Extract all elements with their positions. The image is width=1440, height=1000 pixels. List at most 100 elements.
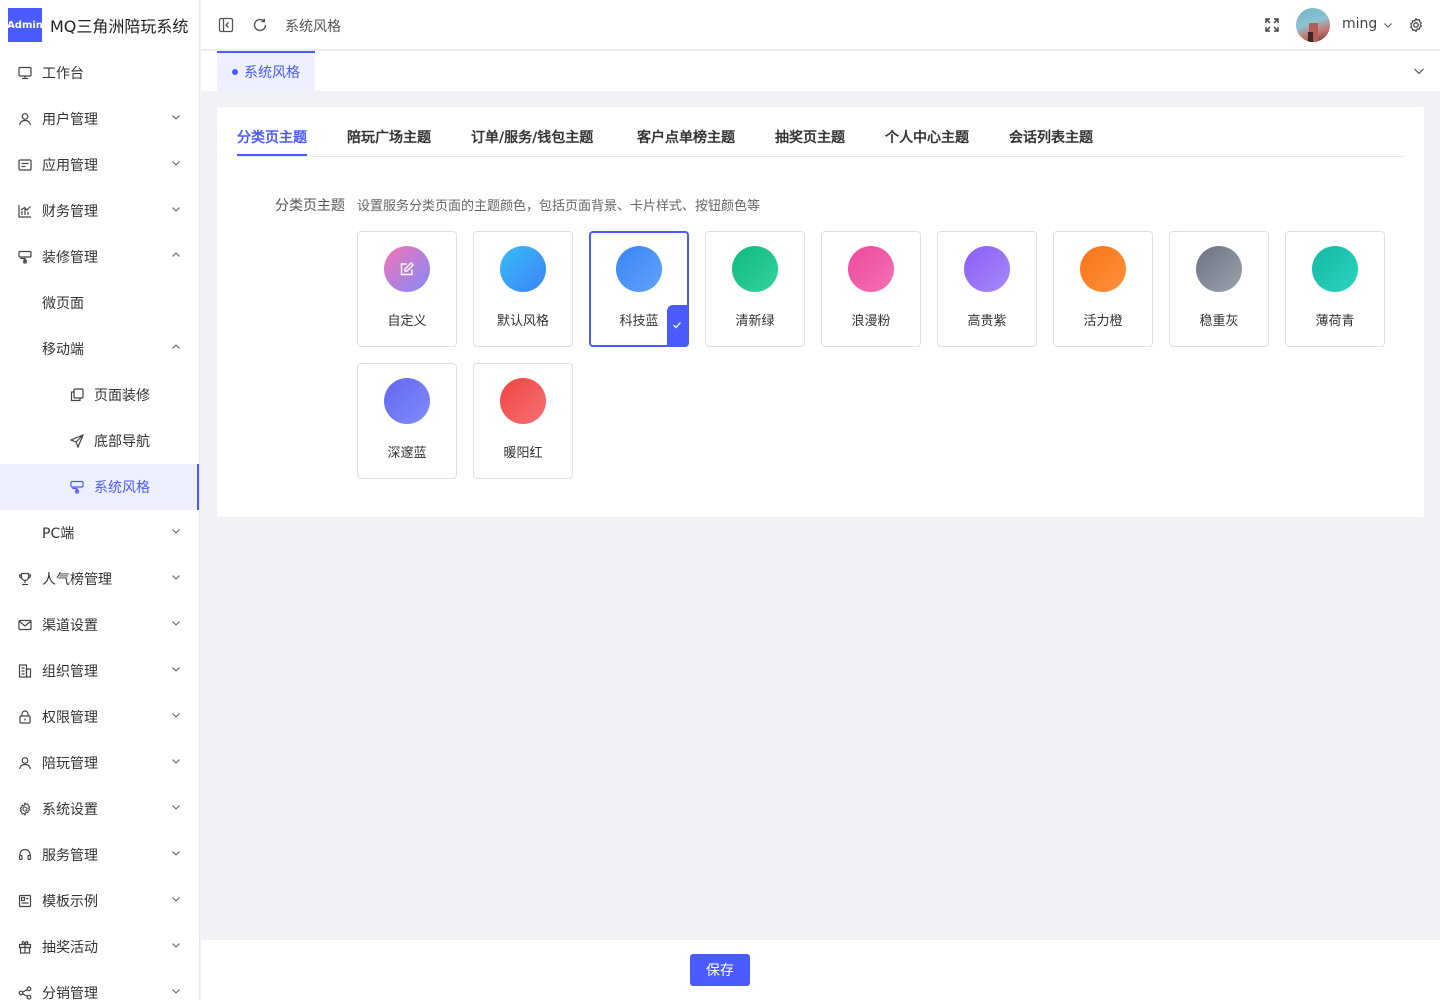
sidebar-item-5[interactable]: 微页面 bbox=[0, 280, 199, 326]
sidebar-item-2[interactable]: 应用管理 bbox=[0, 142, 199, 188]
sidebar-item-7[interactable]: 页面装修 bbox=[0, 372, 199, 418]
theme-option-label: 暖阳红 bbox=[503, 446, 543, 461]
sidebar-item-18[interactable]: 模板示例 bbox=[0, 878, 199, 924]
breadcrumb: 系统风格 bbox=[285, 19, 341, 35]
sidebar-item-label: 应用管理 bbox=[42, 158, 98, 174]
theme-option-5[interactable]: 高贵紫 bbox=[937, 231, 1037, 347]
sidebar-item-label: 页面装修 bbox=[94, 388, 150, 404]
chevron-down-icon bbox=[171, 526, 181, 536]
sidebar-item-label: 人气榜管理 bbox=[42, 572, 112, 588]
theme-option-4[interactable]: 浪漫粉 bbox=[821, 231, 921, 347]
tab-theme-1[interactable]: 陪玩广场主题 bbox=[347, 127, 431, 147]
sidebar-item-9[interactable]: 系统风格 bbox=[0, 464, 199, 510]
gear-icon[interactable] bbox=[1407, 16, 1425, 34]
user-menu-chevron-icon[interactable] bbox=[1379, 16, 1397, 34]
sidebar-item-4[interactable]: 装修管理 bbox=[0, 234, 199, 280]
chevron-down-icon bbox=[171, 664, 181, 674]
theme-option-label: 活力橙 bbox=[1083, 314, 1123, 329]
fullscreen-icon[interactable] bbox=[1263, 16, 1281, 34]
send-icon bbox=[70, 434, 84, 448]
sidebar-item-label: 陪玩管理 bbox=[42, 756, 98, 772]
tabs-dropdown-icon[interactable] bbox=[1413, 65, 1425, 77]
sidebar-item-label: PC端 bbox=[42, 526, 75, 542]
tab-theme-2[interactable]: 订单/服务/钱包主题 bbox=[471, 127, 593, 147]
chevron-down-icon bbox=[171, 894, 181, 904]
theme-color-preview bbox=[1080, 246, 1126, 292]
chevron-down-icon bbox=[171, 802, 181, 812]
avatar[interactable] bbox=[1296, 8, 1330, 42]
logo: Admin MQ三角洲陪玩系统 bbox=[0, 0, 199, 50]
sidebar-item-label: 底部导航 bbox=[94, 434, 150, 450]
theme-option-1[interactable]: 默认风格 bbox=[473, 231, 573, 347]
theme-option-8[interactable]: 薄荷青 bbox=[1285, 231, 1385, 347]
form-label: 分类页主题 bbox=[275, 198, 345, 214]
monitor-icon bbox=[18, 66, 32, 80]
sidebar-item-label: 组织管理 bbox=[42, 664, 98, 680]
logo-badge: Admin bbox=[7, 8, 43, 42]
tab-theme-0[interactable]: 分类页主题 bbox=[237, 127, 307, 147]
sidebar-item-label: 分销管理 bbox=[42, 986, 98, 1000]
sidebar-item-1[interactable]: 用户管理 bbox=[0, 96, 199, 142]
theme-color-preview bbox=[732, 246, 778, 292]
sidebar-item-16[interactable]: 系统设置 bbox=[0, 786, 199, 832]
theme-option-3[interactable]: 清新绿 bbox=[705, 231, 805, 347]
theme-option-10[interactable]: 暖阳红 bbox=[473, 363, 573, 479]
chevron-down-icon bbox=[171, 112, 181, 122]
sidebar-item-19[interactable]: 抽奖活动 bbox=[0, 924, 199, 970]
sidebar-item-20[interactable]: 分销管理 bbox=[0, 970, 199, 1000]
theme-settings-card: 分类页主题 陪玩广场主题 订单/服务/钱包主题 客户点单榜主题 抽奖页主题 个人中心主题 会… bbox=[217, 107, 1424, 517]
chart-icon bbox=[18, 204, 32, 218]
theme-color-preview bbox=[1312, 246, 1358, 292]
theme-color-preview bbox=[384, 246, 430, 292]
theme-tabs: 分类页主题 陪玩广场主题 订单/服务/钱包主题 客户点单榜主题 抽奖页主题 个人中心主题 会… bbox=[237, 107, 1403, 157]
sidebar-item-17[interactable]: 服务管理 bbox=[0, 832, 199, 878]
sidebar-item-11[interactable]: 人气榜管理 bbox=[0, 556, 199, 602]
sidebar-item-15[interactable]: 陪玩管理 bbox=[0, 740, 199, 786]
active-dot bbox=[232, 69, 238, 75]
sidebar-item-8[interactable]: 底部导航 bbox=[0, 418, 199, 464]
sidebar-item-12[interactable]: 渠道设置 bbox=[0, 602, 199, 648]
sidebar-item-6[interactable]: 移动端 bbox=[0, 326, 199, 372]
sidebar-item-label: 系统风格 bbox=[94, 480, 150, 496]
sidebar-item-label: 用户管理 bbox=[42, 112, 98, 128]
paint-icon bbox=[70, 480, 84, 494]
footer-bar: 保存 bbox=[201, 940, 1440, 1000]
tab-theme-3[interactable]: 客户点单榜主题 bbox=[637, 127, 735, 147]
theme-color-preview bbox=[1196, 246, 1242, 292]
mail-icon bbox=[18, 618, 32, 632]
theme-color-preview bbox=[964, 246, 1010, 292]
refresh-icon[interactable] bbox=[251, 16, 269, 34]
sidebar-item-0[interactable]: 工作台 bbox=[0, 50, 199, 96]
app-card-icon bbox=[18, 158, 32, 172]
collapse-sidebar-icon[interactable] bbox=[217, 16, 235, 34]
sidebar-item-14[interactable]: 权限管理 bbox=[0, 694, 199, 740]
theme-color-preview bbox=[384, 378, 430, 424]
sidebar-item-label: 抽奖活动 bbox=[42, 940, 98, 956]
tab-theme-4[interactable]: 抽奖页主题 bbox=[775, 127, 845, 147]
sidebar-item-label: 移动端 bbox=[42, 342, 84, 358]
page-tab-label: 系统风格 bbox=[244, 65, 300, 81]
sidebar-item-label: 系统设置 bbox=[42, 802, 98, 818]
theme-option-0[interactable]: 自定义 bbox=[357, 231, 457, 347]
sidebar-item-13[interactable]: 组织管理 bbox=[0, 648, 199, 694]
theme-option-9[interactable]: 深邃蓝 bbox=[357, 363, 457, 479]
theme-option-label: 自定义 bbox=[387, 314, 427, 329]
theme-color-preview bbox=[500, 378, 546, 424]
sidebar-item-3[interactable]: 财务管理 bbox=[0, 188, 199, 234]
theme-option-6[interactable]: 活力橙 bbox=[1053, 231, 1153, 347]
chevron-up-icon bbox=[171, 342, 181, 352]
theme-option-label: 默认风格 bbox=[496, 314, 549, 329]
sidebar-item-10[interactable]: PC端 bbox=[0, 510, 199, 556]
gear-icon bbox=[18, 802, 32, 816]
building-icon bbox=[18, 664, 32, 678]
save-button[interactable]: 保存 bbox=[690, 954, 750, 986]
sidebar-item-label: 权限管理 bbox=[42, 710, 98, 726]
sidebar-item-label: 模板示例 bbox=[42, 894, 98, 910]
user-name[interactable]: ming bbox=[1342, 16, 1377, 32]
page-tab-system-style[interactable]: 系统风格 bbox=[217, 51, 315, 91]
theme-option-2[interactable]: 科技蓝 bbox=[589, 231, 689, 347]
theme-option-7[interactable]: 稳重灰 bbox=[1169, 231, 1269, 347]
top-header: 系统风格 ming bbox=[201, 0, 1440, 50]
tab-theme-6[interactable]: 会话列表主题 bbox=[1009, 127, 1093, 147]
tab-theme-5[interactable]: 个人中心主题 bbox=[885, 127, 969, 147]
